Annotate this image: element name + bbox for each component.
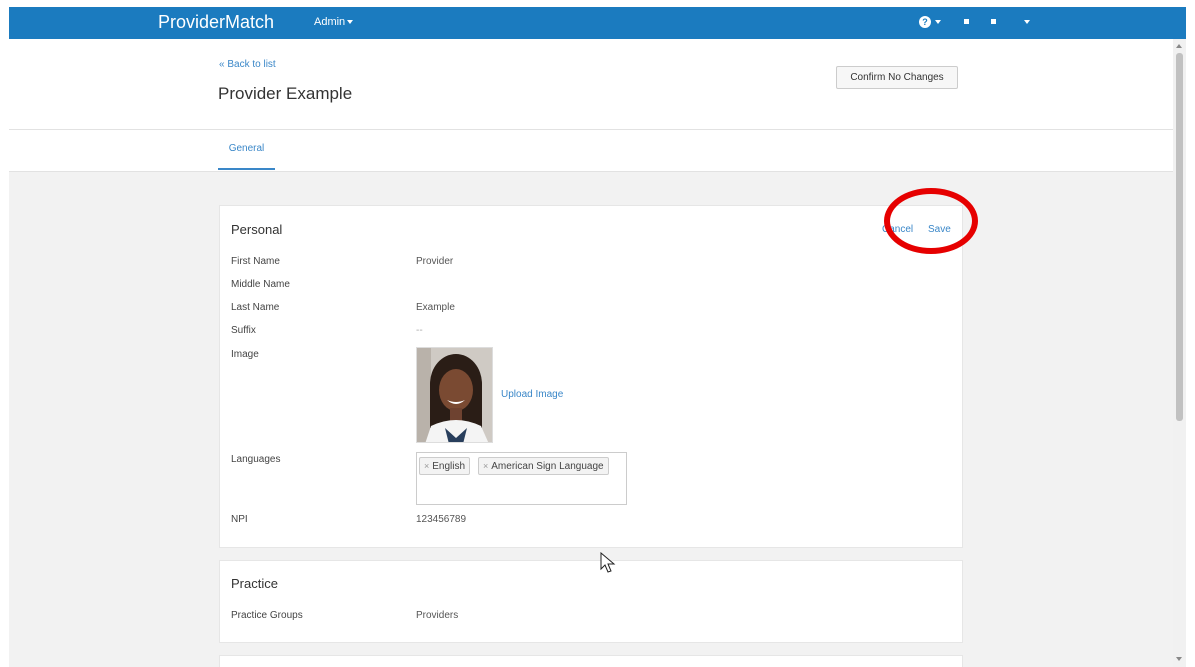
practice-section-title: Practice — [231, 576, 278, 591]
help-icon[interactable]: ? — [919, 16, 931, 28]
scroll-down-icon[interactable] — [1176, 657, 1182, 661]
top-navbar: ProviderMatch Admin ? — [9, 7, 1186, 39]
last-name-value: Example — [416, 302, 455, 313]
middle-name-label: Middle Name — [231, 279, 290, 290]
save-highlight-circle — [884, 188, 978, 254]
upload-image-link[interactable]: Upload Image — [501, 389, 563, 400]
practice-card: Practice Practice Groups Providers — [219, 560, 963, 643]
language-chip: × American Sign Language — [478, 457, 609, 475]
practice-groups-label: Practice Groups — [231, 610, 303, 621]
tab-general[interactable]: General — [218, 130, 275, 170]
image-label: Image — [231, 349, 259, 360]
suffix-label: Suffix — [231, 325, 256, 336]
app-frame: ProviderMatch Admin ? « Back to list Pro… — [9, 7, 1186, 667]
vertical-scrollbar[interactable] — [1173, 39, 1186, 667]
first-name-value: Provider — [416, 256, 454, 267]
language-chip-label: English — [432, 461, 466, 472]
personal-card: Personal Cancel Save First Name Provider… — [219, 205, 963, 548]
square-icon[interactable] — [991, 19, 996, 24]
confirm-no-changes-button[interactable]: Confirm No Changes — [836, 66, 958, 89]
suffix-value: -- — [416, 325, 423, 336]
first-name-label: First Name — [231, 256, 280, 267]
npi-value: 123456789 — [416, 514, 467, 525]
back-to-list-link[interactable]: « Back to list — [219, 59, 276, 70]
remove-icon[interactable]: × — [483, 461, 488, 471]
languages-input[interactable]: × English × American Sign Language — [416, 452, 627, 505]
next-card — [219, 655, 963, 667]
scrollbar-thumb[interactable] — [1176, 53, 1183, 421]
last-name-label: Last Name — [231, 302, 280, 313]
admin-menu-label: Admin — [314, 16, 346, 28]
language-chip: × English — [419, 457, 471, 475]
npi-label: NPI — [231, 514, 248, 525]
language-chip-label: American Sign Language — [491, 461, 604, 472]
square-icon[interactable] — [964, 19, 969, 24]
chevron-down-icon — [347, 20, 354, 25]
brand-logo[interactable]: ProviderMatch — [158, 12, 274, 33]
remove-icon[interactable]: × — [424, 461, 429, 471]
chevron-down-icon[interactable] — [935, 20, 941, 24]
tab-bar: General — [9, 130, 1173, 172]
personal-section-title: Personal — [231, 222, 283, 237]
provider-photo — [416, 347, 493, 443]
chevron-down-icon[interactable] — [1024, 20, 1030, 24]
page-title: Provider Example — [218, 84, 353, 103]
provider-photo-illustration — [417, 348, 492, 442]
practice-groups-value: Providers — [416, 610, 459, 621]
admin-menu[interactable]: Admin — [314, 16, 354, 28]
scroll-up-icon[interactable] — [1176, 44, 1182, 48]
mouse-cursor-icon — [600, 551, 616, 579]
languages-label: Languages — [231, 454, 281, 465]
page-header: « Back to list Provider Example Confirm … — [9, 39, 1173, 130]
